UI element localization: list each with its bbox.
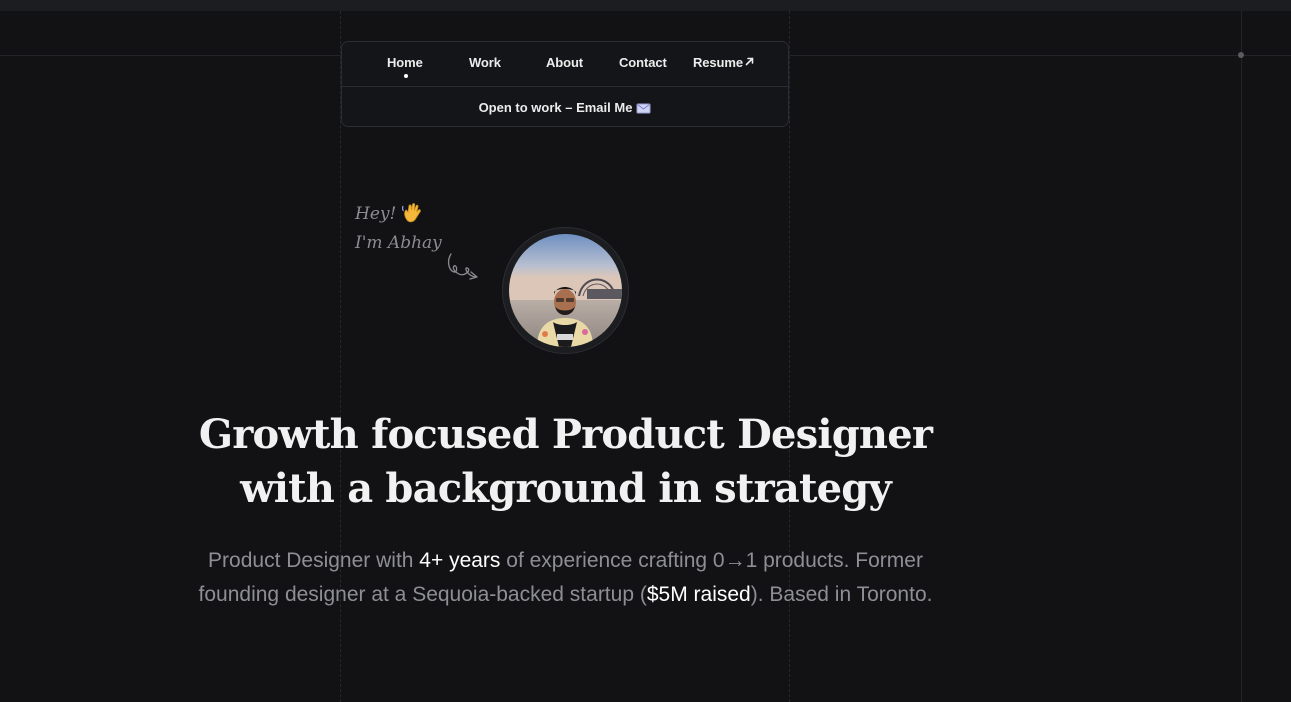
waving-hand-icon <box>402 203 421 223</box>
intro-name: I'm Abhay <box>355 233 442 253</box>
hero-headline: Growth focused Product Designer with a b… <box>0 408 1131 516</box>
guide-dot <box>1238 52 1244 58</box>
subtitle-text-1: Product Designer with <box>208 549 420 572</box>
email-me-banner[interactable]: Open to work – Email Me <box>342 86 788 127</box>
raised-highlight: $5M raised <box>646 583 751 606</box>
email-me-label: Open to work – Email Me <box>478 100 633 115</box>
browser-top-strip <box>0 0 1291 11</box>
subtitle-line-1: Product Designer with 4+ years of experi… <box>0 544 1131 578</box>
nav-card: Home Work About Contact Resume Open to w… <box>341 41 789 127</box>
nav-resume-label: Resume <box>693 55 743 70</box>
intro-hey: Hey! <box>355 204 397 224</box>
top-nav: Home Work About Contact Resume <box>342 42 788 87</box>
nav-resume[interactable]: Resume <box>693 55 754 70</box>
envelope-icon <box>636 103 651 114</box>
avatar-frame <box>502 227 629 354</box>
nav-active-indicator <box>404 74 408 78</box>
nav-home[interactable]: Home <box>387 55 423 70</box>
guide-line-right <box>1241 11 1242 702</box>
years-highlight: 4+ years <box>419 549 501 572</box>
nav-contact[interactable]: Contact <box>619 55 667 70</box>
squiggle-arrow-icon <box>447 253 478 280</box>
avatar <box>509 234 622 347</box>
nav-about[interactable]: About <box>546 55 583 70</box>
headline-line-2: with a background in strategy <box>240 465 892 512</box>
subtitle-text-4: ). Based in Toronto. <box>750 583 933 606</box>
portfolio-page: Home Work About Contact Resume Open to w… <box>0 0 1291 702</box>
nav-work[interactable]: Work <box>469 55 501 70</box>
hero-subtitle: Product Designer with 4+ years of experi… <box>0 544 1131 612</box>
subtitle-line-2: founding designer at a Sequoia-backed st… <box>0 578 1131 612</box>
subtitle-text-3: founding designer at a Sequoia-backed st… <box>198 583 647 606</box>
arrow-up-right-icon <box>745 57 754 66</box>
intro-note: Hey! I'm Abhay <box>355 200 442 258</box>
headline-line-1: Growth focused Product Designer <box>198 411 933 458</box>
subtitle-text-2: of experience crafting 0→1 products. For… <box>500 549 923 572</box>
